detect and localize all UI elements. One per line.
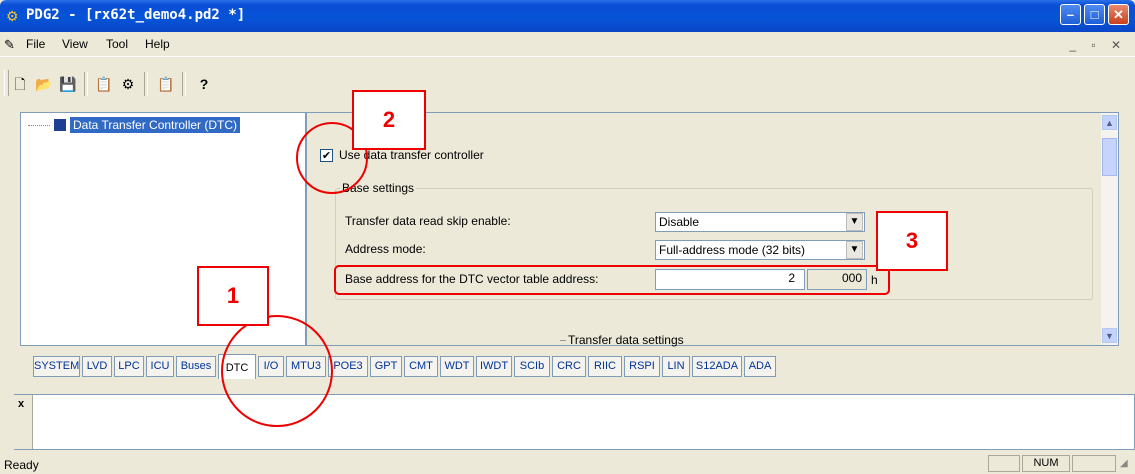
address-mode-value: Full-address mode (32 bits): [659, 243, 806, 257]
tab-cmt[interactable]: CMT: [404, 356, 438, 377]
tab-scib[interactable]: SCIb: [514, 356, 550, 377]
menu-help[interactable]: Help: [145, 37, 170, 51]
callout-circle-1: [221, 315, 333, 427]
help-icon[interactable]: ?: [194, 74, 214, 94]
tab-rspi[interactable]: RSPI: [624, 356, 660, 377]
tree-item-dtc[interactable]: Data Transfer Controller (DTC): [70, 117, 241, 133]
tab-riic[interactable]: RIIC: [588, 356, 622, 377]
callout-label-1: 1: [197, 266, 269, 326]
read-skip-label: Transfer data read skip enable:: [345, 214, 511, 228]
menu-bar: [0, 34, 1135, 56]
tab-ada[interactable]: ADA: [744, 356, 776, 377]
tab-lpc[interactable]: LPC: [114, 356, 144, 377]
status-text: Ready: [4, 458, 39, 472]
close-button[interactable]: ✕: [1108, 4, 1129, 25]
tab-crc[interactable]: CRC: [552, 356, 586, 377]
tab-gpt[interactable]: GPT: [370, 356, 402, 377]
scroll-down-button[interactable]: ▼: [1102, 328, 1117, 343]
check-icon[interactable]: 📋: [156, 74, 176, 94]
report-icon[interactable]: 📋: [94, 74, 114, 94]
scroll-thumb[interactable]: [1102, 138, 1117, 176]
status-bar: [0, 452, 1135, 474]
toolbar-separator: [182, 72, 186, 96]
menu-file[interactable]: File: [26, 37, 45, 51]
gear-icon: ⚙: [6, 8, 19, 24]
tree-connector: [28, 125, 50, 126]
read-skip-value: Disable: [659, 215, 700, 229]
output-close-button[interactable]: x: [18, 398, 24, 410]
tab-poe3[interactable]: POE3: [328, 356, 368, 377]
scroll-up-button[interactable]: ▲: [1102, 115, 1117, 130]
tab-icu[interactable]: ICU: [146, 356, 174, 377]
status-num: NUM: [1022, 455, 1070, 472]
tab-iwdt[interactable]: IWDT: [476, 356, 512, 377]
minimize-button[interactable]: –: [1060, 4, 1081, 25]
module-icon: [54, 119, 66, 131]
chevron-down-icon[interactable]: ▼: [846, 241, 863, 259]
maximize-button[interactable]: □: [1084, 4, 1105, 25]
save-icon[interactable]: 💾: [58, 74, 78, 94]
tab-lvd[interactable]: LVD: [82, 356, 112, 377]
callout-label-3: 3: [876, 211, 948, 271]
menu-view[interactable]: View: [62, 37, 88, 51]
highlight-box-3: [334, 265, 890, 295]
tab-lin[interactable]: LIN: [662, 356, 690, 377]
resize-grip-icon[interactable]: ◢: [1120, 458, 1128, 469]
new-icon[interactable]: 🗋: [10, 74, 30, 94]
address-mode-label: Address mode:: [345, 242, 426, 256]
chevron-down-icon[interactable]: ▼: [846, 213, 863, 231]
transfer-settings-title: Transfer data settings: [568, 333, 684, 347]
mdi-window-controls[interactable]: _ ▫ ✕: [1069, 38, 1127, 52]
group-border: [560, 340, 566, 341]
toolbar-separator: [84, 72, 88, 96]
callout-label-2: 2: [352, 90, 426, 150]
open-icon[interactable]: 📂: [34, 74, 54, 94]
tab-buses[interactable]: Buses: [176, 356, 216, 377]
menu-tool[interactable]: Tool: [106, 37, 128, 51]
tab-system[interactable]: SYSTEM: [33, 356, 80, 377]
status-cell: [1072, 455, 1116, 472]
toolbar-grip: [4, 70, 9, 96]
status-cell: [988, 455, 1020, 472]
toolbar-separator: [144, 72, 148, 96]
document-icon: ✎: [4, 37, 15, 52]
generate-icon[interactable]: ⚙: [118, 74, 138, 94]
tab-wdt[interactable]: WDT: [440, 356, 474, 377]
tab-s12ada[interactable]: S12ADA: [692, 356, 742, 377]
output-panel: [14, 394, 1135, 450]
window-title: PDG2 - [rx62t_demo4.pd2 *]: [26, 7, 246, 23]
